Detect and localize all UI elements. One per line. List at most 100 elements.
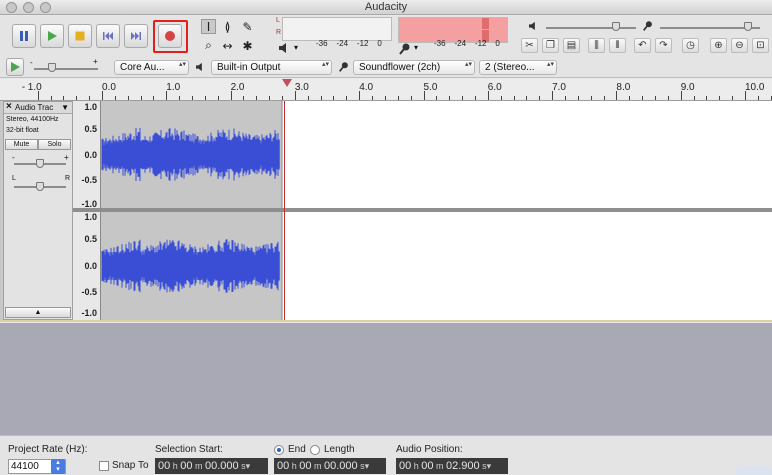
ruler-tick [706,96,708,100]
close-window-button[interactable] [6,2,17,13]
window-title: Audacity [364,1,408,13]
end-label: End [288,444,306,455]
speed-minus-icon: - [30,58,33,67]
pause-icon [20,31,28,41]
skip-to-end-button[interactable] [124,24,148,48]
record-button[interactable] [158,24,182,48]
playback-meter[interactable] [282,17,392,41]
play-icon [11,62,20,72]
audio-position-label: Audio Position: [396,444,463,455]
zoom-tool[interactable]: ⌕ [201,38,216,53]
ruler-label: 4.0 [359,82,374,93]
output-device-select[interactable]: Built-in Output [211,60,332,75]
gain-slider[interactable] [36,159,44,168]
trim-button[interactable]: ⫼ [588,38,605,53]
track-name[interactable]: Audio Trac [15,103,53,112]
speaker-icon[interactable] [278,42,292,54]
time-shift-tool[interactable]: ↔ [220,38,235,53]
playback-meter-dropdown[interactable]: ▾ [294,43,298,52]
solo-button[interactable]: Solo [38,139,71,150]
project-rate-input[interactable]: 44100 ▴ ▾ [8,459,66,474]
record-meter-dropdown[interactable]: ▾ [414,43,418,52]
draw-tool[interactable]: ✎ [240,19,255,34]
scale-label: -36 [316,39,328,48]
pan-slider[interactable] [36,182,44,191]
selection-start-time[interactable]: 00 h 00 m 00.000 s▾ [155,458,268,474]
collapse-icon: ▲ [34,309,42,316]
end-radio[interactable] [274,445,284,455]
mute-button[interactable]: Mute [5,139,38,150]
track-area: × Audio Trac ▼ Stereo, 44100Hz 32-bit fl… [0,101,772,322]
collapse-track-button[interactable]: ▲ [5,307,71,318]
scale-label: -24 [454,39,467,48]
zoom-window-button[interactable] [40,2,51,13]
ruler-tick [410,96,412,100]
ruler-tick [320,96,322,100]
copy-button[interactable]: ❐ [542,38,559,53]
ruler-label: 5.0 [423,82,438,93]
waveform-left [101,101,283,208]
snap-to-label: Snap To [112,460,149,471]
fit-selection-button[interactable]: ⊡ [752,38,769,53]
ruler-tick [757,96,759,100]
minimize-window-button[interactable] [23,2,34,13]
amplitude-label: 1.0 [84,102,97,112]
scale-label: 0 [377,39,382,48]
ruler-label: 1.0 [166,82,181,93]
zoom-in-button[interactable]: ⊕ [710,38,727,53]
ruler-tick [616,91,618,100]
envelope-tool[interactable]: ≬ [220,19,235,34]
time-shift-icon: ↔ [222,38,233,53]
copy-icon: ❐ [546,40,555,51]
meter-left-channel-label: L [276,17,280,24]
undo-button[interactable]: ↶ [634,38,651,53]
scale-label: 0 [495,39,500,48]
pause-button[interactable] [12,24,36,48]
silence-button[interactable]: ⫴ [609,38,626,53]
selection-tool[interactable]: I [201,19,216,34]
timeline-ruler[interactable]: - 1.0 0.0 1.0 2.0 3.0 4.0 5.0 6.0 7.0 8.0 9.0 10.0 [0,79,772,101]
input-channels-select[interactable]: 2 (Stereo... [479,60,557,75]
length-radio[interactable] [310,445,320,455]
project-rate-stepper[interactable]: ▴ ▾ [51,459,65,474]
audio-position-time[interactable]: 00 h 00 m 02.900 s▾ [396,458,508,474]
paste-button[interactable]: ▤ [563,38,580,53]
ruler-tick [423,91,425,100]
playhead-marker[interactable] [282,79,292,87]
stop-button[interactable] [68,24,92,48]
audio-host-select[interactable]: Core Au... [114,60,189,75]
empty-project-area[interactable] [0,323,772,435]
play-position-line [284,101,285,320]
zoom-out-button[interactable]: ⊖ [731,38,748,53]
close-track-icon[interactable]: × [6,101,12,112]
ruler-tick [603,96,605,100]
output-volume-slider[interactable] [612,22,620,31]
ruler-tick [333,96,335,100]
play-speed-slider[interactable] [48,63,56,72]
magnifier-icon: ⌕ [205,38,212,52]
snap-to-checkbox[interactable] [99,461,109,471]
play-button[interactable] [40,24,64,48]
playback-meter-scale: -36 -24 -12 0 [316,39,382,48]
ruler-tick [732,96,734,100]
play-speed-track [34,68,98,70]
ruler-tick [37,91,39,100]
track-menu-dropdown[interactable]: ▼ [61,103,69,112]
play-at-speed-button[interactable] [6,58,24,76]
selection-end-time[interactable]: 00 h 00 m 00.000 s▾ [274,458,386,474]
selection-start-label: Selection Start: [155,444,223,455]
waveform-channel-left[interactable] [101,101,772,208]
sync-lock-button[interactable]: ◷ [682,38,699,53]
resize-grip-icon[interactable] [736,466,772,475]
cut-button[interactable]: ✂ [521,38,538,53]
input-volume-slider[interactable] [744,22,752,31]
input-device-select[interactable]: Soundflower (2ch) [353,60,475,75]
meter-right-channel-label: R [276,29,282,36]
multi-tool[interactable]: ✱ [240,38,255,53]
ruler-tick [513,96,515,100]
redo-button[interactable]: ↷ [655,38,672,53]
skip-start-icon [103,32,113,40]
skip-to-start-button[interactable] [96,24,120,48]
waveform-channel-right[interactable] [101,212,772,320]
microphone-icon[interactable] [398,42,412,56]
